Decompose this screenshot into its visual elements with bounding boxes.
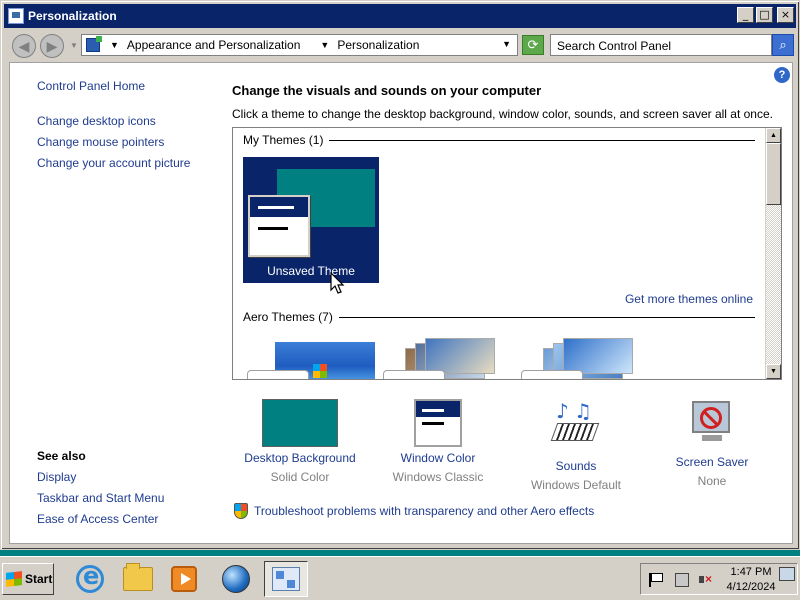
search-icon[interactable]: ⌕ [772,34,794,56]
media-player-icon [171,566,197,592]
address-dropdown-icon[interactable]: ▼ [502,39,511,49]
theme-frame [383,370,445,379]
window-color-icon [414,399,462,447]
clock-date[interactable]: 4/12/2024 [723,581,779,593]
theme-preview-window [248,195,310,257]
control-panel-icon [272,567,300,591]
setting-label[interactable]: Window Color [368,451,508,465]
setting-value: Solid Color [270,470,330,484]
theme-list: My Themes (1) Unsaved Theme Get more the… [232,127,782,380]
my-themes-header[interactable]: My Themes (1) [243,133,330,147]
scroll-down-icon[interactable]: ▼ [766,364,781,379]
setting-label[interactable]: Screen Saver [642,455,782,469]
address-toolbar: ◀ ▶ ▼ ▼ Appearance and Personalization ▼… [4,29,796,61]
windows-logo-icon [6,571,22,587]
system-tray: 1:47 PM 4/12/2024 [640,563,798,595]
change-account-picture-link[interactable]: Change your account picture [37,156,190,170]
mouse-cursor-icon [330,272,345,294]
setting-label[interactable]: Desktop Background [230,451,370,465]
taskbar: Start 1:47 PM 4/12/2024 [0,556,800,600]
theme-unsaved[interactable]: Unsaved Theme [243,157,379,283]
setting-value: Windows Default [530,478,622,492]
window-controls: _ □ × [737,7,794,23]
personalization-window: Personalization _ □ × ◀ ▶ ▼ ▼ Appearance… [0,0,800,550]
setting-value: None [697,474,727,488]
get-more-themes-link[interactable]: Get more themes online [625,292,753,306]
internet-explorer-icon [76,562,104,593]
refresh-button[interactable]: ⟳ [522,35,544,55]
breadcrumb-arrow-icon[interactable]: ▼ [110,40,119,50]
ease-of-access-link[interactable]: Ease of Access Center [37,512,158,526]
aero-themes-header[interactable]: Aero Themes (7) [243,310,339,324]
troubleshoot-label[interactable]: Troubleshoot problems with transparency … [254,504,594,518]
control-panel-home-link[interactable]: Control Panel Home [37,79,145,93]
desktop-background-setting[interactable]: Desktop Background Solid Color [230,399,370,484]
theme-list-scrollbar[interactable]: ▲ ▼ [765,128,781,379]
taskbar-start-menu-link[interactable]: Taskbar and Start Menu [37,491,164,505]
action-center-flag-icon[interactable] [649,573,663,587]
breadcrumb-appearance[interactable]: Appearance and Personalization [127,38,300,52]
setting-label[interactable]: Sounds [506,459,646,473]
troubleshoot-link[interactable]: Troubleshoot problems with transparency … [234,503,594,519]
setting-value: Windows Classic [392,470,484,484]
sounds-icon: ♪ ♫ [548,399,604,455]
forward-button[interactable]: ▶ [40,34,64,58]
desktop-background-icon [262,399,338,447]
close-button[interactable]: × [777,7,794,23]
scroll-up-icon[interactable]: ▲ [766,128,781,143]
theme-label: Unsaved Theme [267,264,355,278]
sounds-setting[interactable]: ♪ ♫ Sounds Windows Default [506,399,646,492]
minimize-button[interactable]: _ [737,7,754,23]
address-bar[interactable]: ▼ Appearance and Personalization ▼ Perso… [81,34,518,56]
start-label: Start [25,572,53,586]
change-mouse-pointers-link[interactable]: Change mouse pointers [37,135,164,149]
scroll-thumb[interactable] [766,143,781,205]
shield-icon [234,503,248,519]
control-panel-icon [86,36,102,52]
media-player-button[interactable] [162,561,206,597]
start-button[interactable]: Start [2,563,54,595]
display-link[interactable]: Display [37,470,76,484]
internet-explorer-button[interactable] [68,561,112,597]
search-input[interactable]: Search Control Panel [550,34,772,56]
network-icon[interactable] [675,573,689,587]
window-title: Personalization [28,9,117,23]
folder-icon [123,563,153,591]
help-icon[interactable]: ? [774,67,790,83]
screen-saver-setting[interactable]: Screen Saver None [642,399,782,488]
see-also-heading: See also [37,449,86,463]
network-button[interactable] [214,561,258,597]
show-desktop-icon[interactable] [779,567,795,581]
screen-saver-icon [686,399,738,451]
windows-logo-icon [313,364,327,378]
back-button[interactable]: ◀ [12,34,36,58]
theme-frame [521,370,583,379]
theme-frame [247,370,309,379]
change-desktop-icons-link[interactable]: Change desktop icons [37,114,156,128]
globe-icon [222,565,250,593]
maximize-button[interactable]: □ [756,7,773,23]
recent-pages-dropdown-icon[interactable]: ▼ [70,41,78,50]
page-subtitle: Click a theme to change the desktop back… [232,107,773,121]
breadcrumb-arrow-icon[interactable]: ▼ [320,40,329,50]
file-explorer-button[interactable] [116,561,160,597]
window-color-setting[interactable]: Window Color Windows Classic [368,399,508,484]
personalization-icon [8,8,24,24]
title-bar[interactable]: Personalization _ □ × [4,4,796,28]
page-title: Change the visuals and sounds on your co… [232,83,542,98]
volume-muted-icon[interactable] [699,572,713,587]
breadcrumb-personalization[interactable]: Personalization [337,38,419,52]
control-panel-taskbar-button[interactable] [264,561,308,597]
clock-time[interactable]: 1:47 PM [727,566,775,578]
content-area: ? Control Panel Home Change desktop icon… [9,62,793,544]
